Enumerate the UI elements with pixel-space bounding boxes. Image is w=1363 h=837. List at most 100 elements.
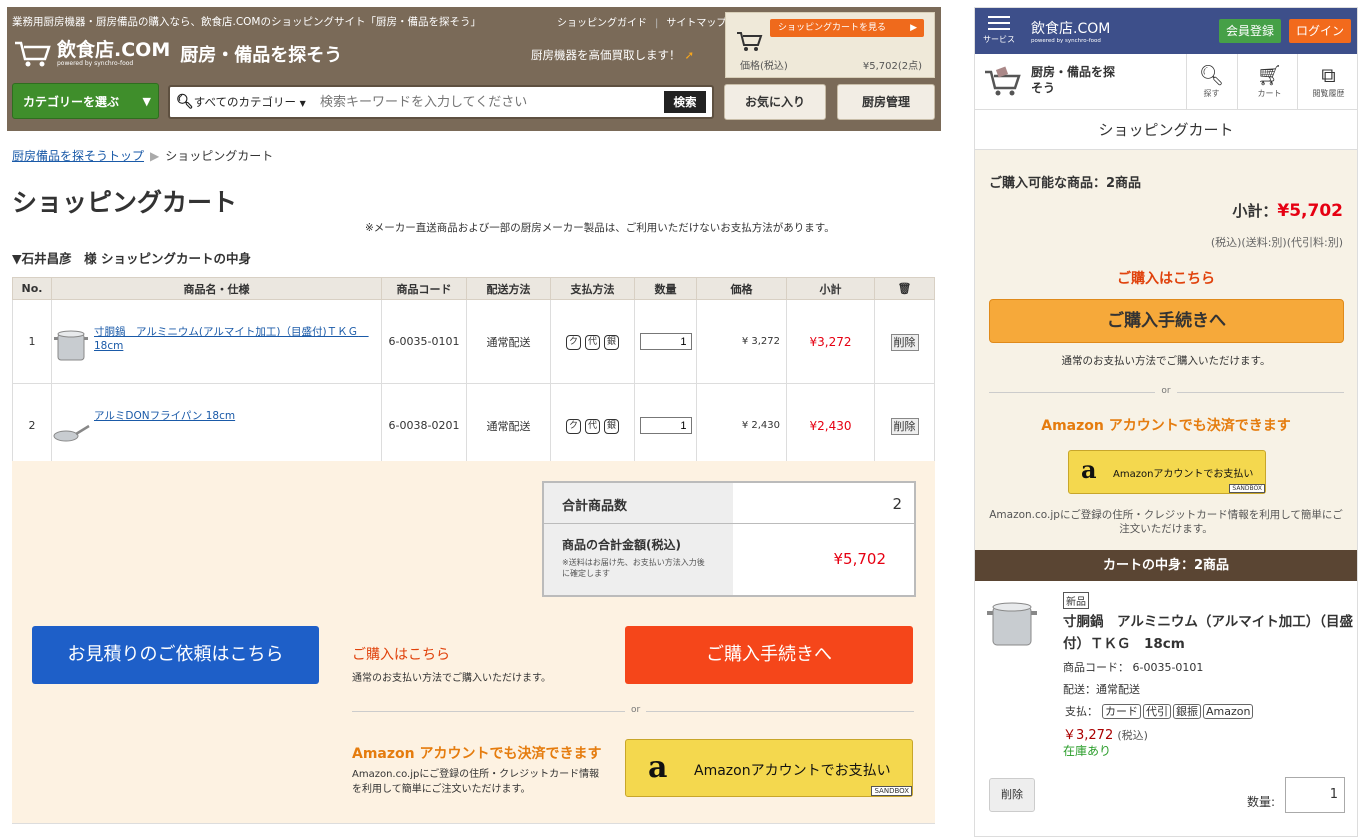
search-icon: 🔍︎ bbox=[176, 94, 194, 110]
row-delete: 削除 bbox=[874, 383, 935, 468]
sp-cart-item: 新品 寸胴鍋 アルミニウム（アルマイト加工）（目盛付）ＴＫＧ 18cm 商品コー… bbox=[975, 581, 1357, 831]
chevron-down-icon: ▼ bbox=[299, 99, 306, 108]
sp-amazon-heading: Amazon アカウントでも決済できます bbox=[1041, 418, 1291, 434]
login-button[interactable]: ログイン bbox=[1289, 19, 1351, 43]
kitchen-management-button[interactable]: 厨房管理 bbox=[837, 84, 935, 120]
row-no: 1 bbox=[12, 299, 52, 384]
row-no: 2 bbox=[12, 383, 52, 468]
stockpot-image[interactable] bbox=[52, 324, 90, 362]
sp-item-name[interactable]: 寸胴鍋 アルミニウム（アルマイト加工）（目盛付）ＴＫＧ 18cm bbox=[1063, 611, 1353, 655]
history-icon: ⧉ bbox=[1321, 63, 1336, 87]
pc-view: 業務用厨房機器・厨房備品の購入なら、飲食店.COMのショッピングサイト「厨房・備… bbox=[0, 0, 942, 837]
quantity-input[interactable] bbox=[639, 333, 692, 350]
hamburger-menu-button[interactable]: サービス bbox=[983, 14, 1015, 45]
cart-logo-icon bbox=[985, 66, 1021, 96]
product-link[interactable]: 寸胴鍋 アルミニウム(アルマイト加工)（目盛付)ＴＫＧ 18cm bbox=[94, 326, 369, 352]
table-row: 1 寸胴鍋 アルミニウム(アルマイト加工)（目盛付)ＴＫＧ 18cm 6-003… bbox=[12, 299, 935, 384]
sp-quantity-input[interactable]: 1 bbox=[1285, 777, 1345, 813]
col-trash: 🗑︎ bbox=[874, 277, 935, 300]
sp-search-button[interactable]: 🔍︎ 探す bbox=[1189, 62, 1234, 99]
row-name: アルミDONフライパン 18cm bbox=[51, 383, 382, 468]
smartphone-view: サービス 飲食店.COM powered by synchro-food 会員登録… bbox=[974, 7, 1358, 837]
hamburger-icon bbox=[988, 16, 1010, 18]
bank-pay-icon: 銀 bbox=[604, 334, 619, 350]
cart-icon: 🛒︎ bbox=[1256, 63, 1283, 87]
breadcrumb: 厨房備品を探そうトップ ▶ ショッピングカート bbox=[12, 147, 273, 164]
row-delete: 削除 bbox=[874, 299, 935, 384]
total-sum-label: 商品の合計金額(税込) ※送料はお届け先、お支払い方法入力後に確定します bbox=[544, 523, 733, 595]
row-code: 6-0038-0201 bbox=[381, 383, 467, 468]
cod-pay-icon: 代 bbox=[585, 418, 600, 434]
search-input[interactable] bbox=[320, 91, 660, 113]
row-ship: 通常配送 bbox=[466, 383, 551, 468]
col-no: No. bbox=[12, 277, 52, 300]
sp-tax-note: (税込)(送料:別)(代引料:別) bbox=[1210, 236, 1343, 249]
breadcrumb-home-link[interactable]: 厨房備品を探そうトップ bbox=[12, 149, 144, 163]
delete-button[interactable]: 削除 bbox=[890, 417, 919, 435]
site-name: 飲食店.COM bbox=[57, 39, 171, 61]
row-pay: ク代銀 bbox=[550, 299, 635, 384]
sp-checkout-button[interactable]: ご購入手続きへ bbox=[989, 299, 1344, 343]
row-price: ¥ 2,430 bbox=[696, 383, 787, 468]
cart-summary: 合計商品数 2 商品の合計金額(税込) ※送料はお届け先、お支払い方法入力後に確定… bbox=[12, 461, 935, 823]
search-button[interactable]: 検索 bbox=[664, 91, 706, 113]
sp-cart-button[interactable]: 🛒︎ カート bbox=[1247, 62, 1292, 99]
card-pay-icon: ク bbox=[566, 418, 581, 434]
delete-button[interactable]: 削除 bbox=[890, 333, 919, 351]
trash-icon: 🗑︎ bbox=[897, 282, 912, 295]
row-subtotal: ¥3,272 bbox=[786, 299, 875, 384]
frypan-image[interactable] bbox=[52, 408, 90, 446]
stockpot-image[interactable] bbox=[985, 595, 1039, 649]
sp-history-button[interactable]: ⧉ 閲覧履歴 bbox=[1306, 62, 1351, 99]
cart-logo-icon bbox=[15, 41, 51, 67]
search-bar: 🔍︎すべてのカテゴリー ▼ 検索 bbox=[168, 85, 714, 119]
mini-cart-amount: ¥5,702(2点) bbox=[862, 61, 922, 72]
chevron-right-icon: ▶ bbox=[150, 149, 160, 163]
sp-nav-title[interactable]: 厨房・備品を探そう bbox=[1031, 64, 1121, 96]
quantity-input[interactable] bbox=[639, 417, 692, 434]
sp-nav: 厨房・備品を探そう 🔍︎ 探す 🛒︎ カート ⧉ 閲覧履歴 bbox=[975, 54, 1357, 110]
header-top-text: 業務用厨房機器・厨房備品の購入なら、飲食店.COMのショッピングサイト「厨房・備… bbox=[12, 16, 481, 28]
sandbox-badge: SANDBOX bbox=[1229, 484, 1265, 493]
shopping-guide-link[interactable]: ショッピングガイド bbox=[557, 18, 647, 29]
register-button[interactable]: 会員登録 bbox=[1219, 19, 1281, 43]
cod-pay-icon: 代 bbox=[585, 334, 600, 350]
new-badge: 新品 bbox=[1063, 592, 1089, 609]
or-label: or bbox=[625, 705, 647, 715]
estimate-button[interactable]: お見積りのご依頼はこちら bbox=[32, 626, 319, 684]
search-category-select[interactable]: 🔍︎すべてのカテゴリー ▼ bbox=[176, 87, 306, 119]
col-price: 価格 bbox=[696, 277, 787, 300]
checkout-button[interactable]: ご購入手続きへ bbox=[625, 626, 913, 684]
sp-item-pay: 支払： カード 代引 銀振 Amazon bbox=[1063, 703, 1254, 719]
favorites-button[interactable]: お気に入り bbox=[724, 84, 826, 120]
sp-checkout-box: ご購入可能な商品：2商品 小計：¥5,702 (税込)(送料:別)(代引料:別)… bbox=[975, 150, 1357, 550]
amazon-logo-icon: a bbox=[648, 750, 668, 785]
col-name: 商品名・仕様 bbox=[51, 277, 382, 300]
triangle-right-icon: ▶ bbox=[910, 23, 917, 33]
site-header: 業務用厨房機器・厨房備品の購入なら、飲食店.COMのショッピングサイト「厨房・備… bbox=[7, 7, 941, 131]
sp-logo[interactable]: 飲食店.COM powered by synchro-food bbox=[1031, 18, 1110, 44]
sandbox-badge: SANDBOX bbox=[871, 786, 912, 796]
sp-available: ご購入可能な商品：2商品 bbox=[989, 176, 1142, 191]
table-row: 2 アルミDONフライパン 18cm 6-0038-0201 通常配送 ク代銀 … bbox=[12, 383, 935, 468]
search-icon: 🔍︎ bbox=[1198, 63, 1225, 87]
row-qty bbox=[634, 299, 697, 384]
amazon-pay-button[interactable]: a Amazonアカウントでお支払い SANDBOX bbox=[625, 739, 913, 797]
mini-cart[interactable]: ショッピングカートを見る ▶ 価格(税込) ¥5,702(2点) bbox=[725, 12, 935, 78]
sp-subtotal: 小計：¥5,702 bbox=[1232, 201, 1343, 221]
sp-or-label: or bbox=[975, 386, 1357, 396]
sp-amazon-pay-button[interactable]: a Amazonアカウントでお支払い SANDBOX bbox=[1068, 450, 1266, 494]
buyback-link[interactable]: 厨房機器を高価買取します！ ➚ bbox=[531, 47, 694, 63]
row-ship: 通常配送 bbox=[466, 299, 551, 384]
product-link[interactable]: アルミDONフライパン 18cm bbox=[94, 410, 235, 422]
sp-cart-contents-bar: カートの中身：2商品 bbox=[975, 550, 1357, 581]
category-button[interactable]: カテゴリーを選ぶ ▼ bbox=[12, 83, 159, 119]
view-cart-button[interactable]: ショッピングカートを見る ▶ bbox=[770, 19, 924, 37]
page-title: ショッピングカート bbox=[12, 188, 238, 217]
site-logo[interactable]: 飲食店.COM powered by synchro-food 厨房・備品を探そう bbox=[13, 39, 342, 69]
breadcrumb-current: ショッピングカート bbox=[165, 149, 274, 163]
total-sum: ¥5,702 bbox=[833, 550, 887, 568]
sitemap-link[interactable]: サイトマップ bbox=[666, 18, 726, 29]
col-pay: 支払方法 bbox=[550, 277, 635, 300]
sp-delete-button[interactable]: 削除 bbox=[989, 778, 1035, 812]
